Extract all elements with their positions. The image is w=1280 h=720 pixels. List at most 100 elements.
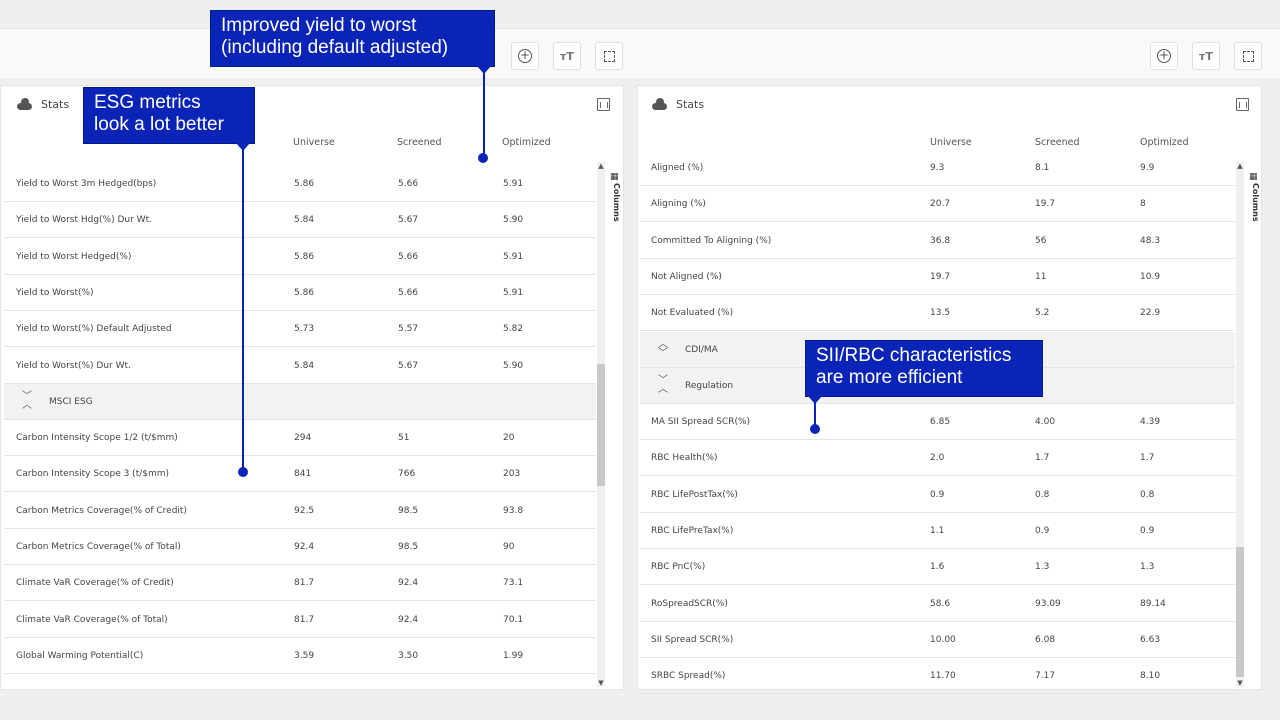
cell-screened: 5.67 bbox=[398, 215, 419, 226]
table-row[interactable]: Climate VaR Coverage(% of Total) 81.7 92.4… bbox=[4, 602, 596, 638]
group-label: CDI/MA bbox=[685, 344, 718, 355]
table-row[interactable]: Yield to Worst 3m Hedged(bps) 5.86 5.66 5.9… bbox=[4, 166, 596, 202]
text-size-icon: ᴛT bbox=[1199, 49, 1213, 63]
cell-optimized: 1.99 bbox=[503, 650, 524, 661]
row-label: Yield to Worst Hdg(%) Dur Wt. bbox=[16, 215, 152, 226]
table-row[interactable]: Aligning (%) 20.7 19.7 8 bbox=[640, 186, 1235, 223]
row-label: Carbon Intensity Scope 3 (t/$mm) bbox=[16, 469, 170, 480]
text-size-button[interactable]: ᴛT bbox=[553, 42, 581, 70]
table-row[interactable]: RBC LifePostTax(%) 0.9 0.8 0.8 bbox=[640, 477, 1235, 513]
table-row[interactable]: RoSpreadSCR(%) 58.6 93.09 89.14 bbox=[640, 586, 1235, 622]
table-row[interactable]: MA SII Spread SCR(%) 6.85 4.00 4.39 bbox=[640, 404, 1235, 441]
callout-esg-dot bbox=[238, 467, 248, 477]
table-row[interactable]: RBC PnC(%) 1.6 1.3 1.3 bbox=[640, 549, 1235, 586]
columns-grid-icon: ▦ bbox=[1249, 172, 1258, 182]
table-row[interactable]: Carbon Intensity Scope 1/2 (t/$mm) 294 51 2… bbox=[4, 420, 596, 457]
row-label: Yield to Worst(%) Dur Wt. bbox=[16, 360, 131, 371]
scroll-up-icon[interactable]: ▲ bbox=[1236, 162, 1244, 170]
table-row[interactable]: RBC Health(%) 2.0 1.7 1.7 bbox=[640, 440, 1235, 477]
table-row[interactable]: Yield to Worst(%) 5.86 5.66 5.91 bbox=[4, 275, 596, 311]
col-header-screened[interactable]: Screened bbox=[1035, 137, 1080, 148]
table-row[interactable]: SII Spread SCR(%) 10.00 6.08 6.63 bbox=[640, 622, 1235, 658]
cell-optimized: 90 bbox=[503, 542, 515, 552]
cell-screened: 4.00 bbox=[1035, 417, 1056, 428]
plus-circle-icon: + bbox=[1157, 48, 1171, 63]
table-row[interactable]: Not Evaluated (%) 13.5 5.2 22.9 bbox=[640, 295, 1235, 332]
cell-universe: 58.6 bbox=[930, 598, 951, 609]
fullscreen-button[interactable] bbox=[595, 42, 623, 70]
table-row[interactable]: Yield to Worst Hdg(%) Dur Wt. 5.84 5.67 5.9… bbox=[4, 202, 596, 239]
scroll-down-icon[interactable]: ▼ bbox=[597, 679, 605, 687]
columns-tab[interactable]: Columns bbox=[609, 183, 621, 222]
table-row[interactable]: Yield to Worst(%) Default Adjusted 5.73 5.… bbox=[4, 311, 596, 348]
cell-optimized: 73.1 bbox=[503, 578, 524, 589]
col-header-optimized[interactable]: Optimized bbox=[502, 137, 551, 148]
table-row[interactable]: Climate VaR Coverage(% of Credit) 81.7 92.… bbox=[4, 565, 596, 602]
cell-universe: 0.9 bbox=[930, 489, 945, 500]
columns-grid-icon: ▦ bbox=[610, 172, 619, 182]
cell-optimized: 5.91 bbox=[503, 251, 524, 262]
left-scrollbar[interactable]: ▲ ▼ bbox=[597, 162, 605, 687]
scrollbar-thumb[interactable] bbox=[1236, 547, 1244, 677]
row-label: Global Warming Potential(C) bbox=[16, 650, 144, 661]
scrollbar-thumb[interactable] bbox=[597, 364, 605, 486]
cell-screened: 92.4 bbox=[398, 614, 419, 625]
table-row[interactable]: Global Warming Potential(C) 3.59 3.50 1.99 bbox=[4, 638, 596, 674]
chart-toggle-icon[interactable] bbox=[597, 98, 610, 111]
add-widget-button[interactable]: + bbox=[511, 42, 539, 70]
cell-universe: 20.7 bbox=[930, 199, 951, 210]
cell-universe: 92.5 bbox=[294, 505, 315, 516]
group-row[interactable]: ﹀ ︿ MSCI ESG bbox=[4, 383, 596, 420]
row-label: Yield to Worst(%) bbox=[16, 287, 94, 298]
col-header-optimized[interactable]: Optimized bbox=[1140, 137, 1189, 148]
table-row[interactable]: RBC LifePreTax(%) 1.1 0.9 0.9 bbox=[640, 513, 1235, 549]
scroll-down-icon[interactable]: ▼ bbox=[1236, 679, 1244, 687]
cell-universe: 5.84 bbox=[294, 215, 315, 226]
table-row[interactable]: Carbon Metrics Coverage(% of Total) 92.4 9… bbox=[4, 529, 596, 565]
cell-screened: 92.4 bbox=[398, 578, 419, 589]
col-header-universe[interactable]: Universe bbox=[930, 137, 972, 148]
col-header-screened[interactable]: Screened bbox=[397, 137, 442, 148]
row-label: RBC Health(%) bbox=[651, 453, 718, 464]
cell-universe: 36.8 bbox=[930, 235, 951, 246]
toolbar bbox=[0, 28, 1280, 78]
col-header-universe[interactable]: Universe bbox=[293, 137, 335, 148]
cloud-icon bbox=[652, 97, 667, 110]
collapse-group-icon[interactable]: ﹀ ︿ bbox=[22, 391, 32, 410]
table-row[interactable]: Aligned (%) 9.3 8.1 9.9 bbox=[640, 150, 1235, 186]
table-row[interactable]: Carbon Intensity Scope 3 (t/$mm) 841 766 20… bbox=[4, 456, 596, 493]
row-label: Yield to Worst 3m Hedged(bps) bbox=[16, 179, 157, 189]
cell-optimized: 10.9 bbox=[1140, 271, 1161, 282]
text-size-icon: ᴛT bbox=[560, 49, 574, 63]
collapse-group-icon[interactable]: ﹀ ︿ bbox=[658, 375, 668, 394]
fullscreen-button-right[interactable] bbox=[1234, 42, 1262, 70]
cell-optimized: 89.14 bbox=[1140, 598, 1166, 609]
scroll-up-icon[interactable]: ▲ bbox=[597, 162, 605, 170]
table-row[interactable]: Yield to Worst Hedged(%) 5.86 5.66 5.91 bbox=[4, 239, 596, 275]
cell-optimized: 0.8 bbox=[1140, 489, 1155, 500]
cell-universe: 1.1 bbox=[930, 526, 945, 536]
cell-universe: 9.3 bbox=[930, 163, 945, 173]
cell-screened: 0.9 bbox=[1035, 526, 1050, 536]
callout-sii-dot bbox=[810, 424, 820, 434]
table-row[interactable]: Not Aligned (%) 19.7 11 10.9 bbox=[640, 259, 1235, 295]
table-row[interactable]: SRBC Spread(%) 11.70 7.17 8.10 bbox=[640, 658, 1235, 695]
table-row[interactable]: Committed To Aligning (%) 36.8 56 48.3 bbox=[640, 223, 1235, 259]
cell-universe: 841 bbox=[294, 469, 312, 480]
text-size-button-right[interactable]: ᴛT bbox=[1192, 42, 1220, 70]
cell-screened: 5.66 bbox=[398, 179, 419, 189]
expand-group-icon[interactable]: ︿ ﹀ bbox=[658, 339, 668, 358]
row-label: RBC PnC(%) bbox=[651, 562, 706, 573]
cell-optimized: 48.3 bbox=[1140, 235, 1161, 246]
cell-screened: 5.67 bbox=[398, 360, 419, 371]
table-row[interactable]: Yield to Worst(%) Dur Wt. 5.84 5.67 5.90 bbox=[4, 348, 596, 384]
columns-tab[interactable]: Columns bbox=[1248, 183, 1260, 222]
row-label: Carbon Intensity Scope 1/2 (t/$mm) bbox=[16, 433, 178, 444]
cell-screened: 19.7 bbox=[1035, 199, 1056, 210]
add-widget-button-right[interactable]: + bbox=[1150, 42, 1178, 70]
right-scrollbar[interactable]: ▲ ▼ bbox=[1236, 162, 1244, 687]
table-row[interactable]: Carbon Metrics Coverage(% of Credit) 92.5… bbox=[4, 493, 596, 529]
callout-esg: ESG metrics look a lot better bbox=[83, 87, 255, 144]
chart-toggle-icon[interactable] bbox=[1236, 98, 1249, 111]
callout-esg-leader bbox=[242, 149, 244, 469]
